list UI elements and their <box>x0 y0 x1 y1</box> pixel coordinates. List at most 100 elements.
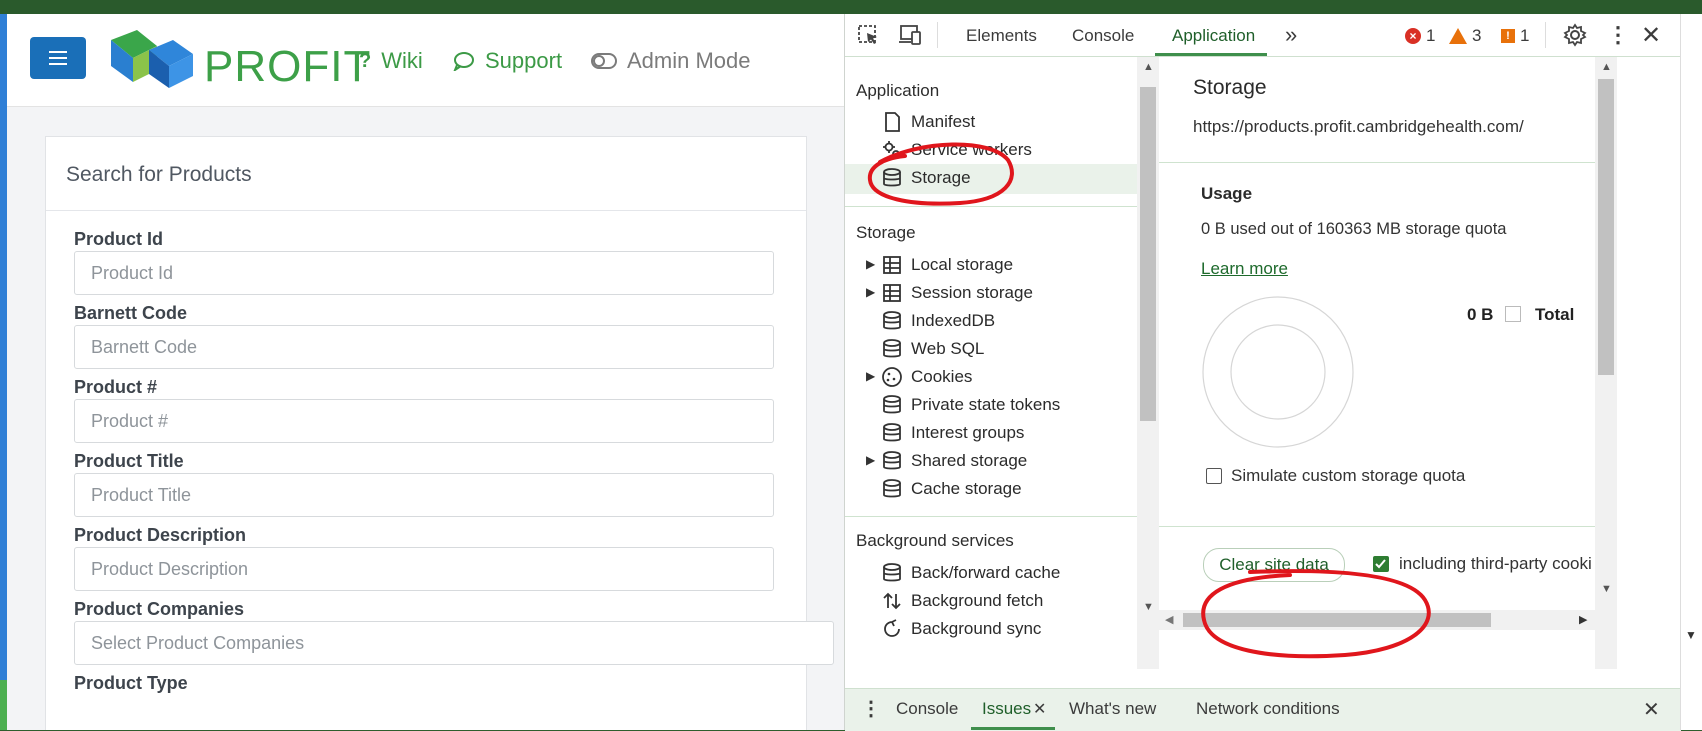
warning-count: 3 <box>1472 26 1482 45</box>
simulate-quota-label: Simulate custom storage quota <box>1231 466 1466 485</box>
sidebar-item-shared-storage[interactable]: ▶ Shared storage <box>845 447 1159 477</box>
drawer-menu-icon[interactable]: ⋮ <box>861 696 881 721</box>
pane-vertical-scrollbar[interactable]: ▲ ▼ <box>1595 57 1617 669</box>
sidebar-item-local-storage[interactable]: ▶ Local storage <box>845 251 1159 281</box>
learn-more-link[interactable]: Learn more <box>1201 259 1288 279</box>
expand-arrow-icon[interactable]: ▶ <box>866 257 875 271</box>
sidebar-item-manifest[interactable]: Manifest <box>845 108 1159 138</box>
brand-name: PROFIT <box>204 42 372 91</box>
legend-value: 0 B <box>1467 305 1494 324</box>
database-icon <box>883 168 901 187</box>
admin-mode-toggle[interactable]: Admin Mode <box>591 48 751 74</box>
sidebar-item-session-storage[interactable]: ▶ Session storage <box>845 279 1159 309</box>
hamburger-menu-button[interactable] <box>30 37 86 79</box>
admin-mode-label: Admin Mode <box>627 48 751 73</box>
close-issues-tab-icon[interactable]: ✕ <box>1033 699 1046 719</box>
issues-count-badge[interactable]: ! 1 <box>1501 26 1529 46</box>
usage-text: 0 B used out of 160363 MB storage quota <box>1201 220 1507 238</box>
scroll-right-icon[interactable]: ▶ <box>1579 613 1587 626</box>
simulate-quota-checkbox[interactable] <box>1206 468 1222 484</box>
product-id-label: Product Id <box>74 229 163 249</box>
tab-application[interactable]: Application <box>1172 26 1255 46</box>
drawer-tab-network-conditions[interactable]: Network conditions <box>1196 699 1340 719</box>
sidebar-item-label: Interest groups <box>911 423 1025 442</box>
legend-label: Total <box>1535 305 1575 324</box>
sidebar-item-label: IndexedDB <box>911 311 996 330</box>
sidebar-item-service-workers[interactable]: Service workers <box>845 136 1159 166</box>
expand-arrow-icon[interactable]: ▶ <box>866 453 875 467</box>
sidebar-item-cache-storage[interactable]: Cache storage <box>845 475 1159 505</box>
database-icon <box>883 563 901 582</box>
database-icon <box>883 395 901 414</box>
pane-scroll-thumb[interactable] <box>1598 79 1614 375</box>
devtools-toolbar: Elements Console Application » × 1 3 ! 1… <box>845 14 1681 57</box>
sidebar-item-cookies[interactable]: ▶ Cookies <box>845 363 1159 393</box>
scroll-up-icon[interactable]: ▲ <box>1601 61 1612 73</box>
scroll-down-icon[interactable]: ▼ <box>1143 601 1154 613</box>
sidebar-item-storage[interactable]: Storage <box>845 164 1159 194</box>
scroll-down-icon[interactable]: ▼ <box>1601 583 1612 595</box>
usage-heading: Usage <box>1201 184 1253 203</box>
drawer-tab-console[interactable]: Console <box>896 699 958 719</box>
issue-icon: ! <box>1501 29 1515 43</box>
scroll-up-icon[interactable]: ▲ <box>1143 61 1154 73</box>
sidebar-scroll-thumb[interactable] <box>1140 87 1156 421</box>
sidebar-item-label: Storage <box>911 168 971 187</box>
product-description-input[interactable] <box>74 547 774 591</box>
tab-console[interactable]: Console <box>1072 26 1134 46</box>
inspect-element-icon[interactable] <box>857 24 881 46</box>
divider <box>845 516 1159 517</box>
sidebar-item-label: Web SQL <box>911 339 985 358</box>
more-tabs-icon[interactable]: » <box>1285 22 1297 48</box>
close-drawer-icon[interactable]: ✕ <box>1643 697 1660 722</box>
hamburger-icon <box>49 57 67 59</box>
sidebar-item-label: Session storage <box>911 283 1033 302</box>
background-services-heading: Background services <box>856 531 1014 550</box>
expand-arrow-icon[interactable]: ▶ <box>866 369 875 383</box>
sidebar-item-label: Cache storage <box>911 479 1022 498</box>
sidebar-item-label: Shared storage <box>911 451 1028 470</box>
product-number-input[interactable] <box>74 399 774 443</box>
browser-top-bar <box>0 0 1702 14</box>
clear-site-data-button[interactable]: Clear site data <box>1203 548 1345 582</box>
third-party-cookies-label: including third-party cooki <box>1399 554 1592 573</box>
sidebar-item-back-forward-cache[interactable]: Back/forward cache <box>845 559 1159 589</box>
product-title-input[interactable] <box>74 473 774 517</box>
warning-count-badge[interactable]: 3 <box>1449 26 1481 46</box>
drawer-tab-whats-new[interactable]: What's new <box>1069 699 1156 719</box>
usage-donut-chart <box>1202 296 1354 448</box>
scroll-left-icon[interactable]: ◀ <box>1165 613 1173 626</box>
device-toolbar-icon[interactable] <box>897 24 923 46</box>
error-count-badge[interactable]: × 1 <box>1405 26 1435 46</box>
sidebar-item-private-state-tokens[interactable]: Private state tokens <box>845 391 1159 421</box>
third-party-cookies-checkbox[interactable] <box>1373 556 1389 572</box>
pane-title: Storage <box>1193 76 1267 99</box>
scroll-down-icon[interactable]: ▼ <box>1685 628 1697 642</box>
more-options-icon[interactable]: ⋮ <box>1607 22 1629 48</box>
sidebar-item-label: Cookies <box>911 367 973 386</box>
product-id-input[interactable] <box>74 251 774 295</box>
sidebar-item-interest-groups[interactable]: Interest groups <box>845 419 1159 449</box>
expand-arrow-icon[interactable]: ▶ <box>866 285 875 299</box>
settings-gear-icon[interactable] <box>1563 23 1587 47</box>
sidebar-item-background-fetch[interactable]: Background fetch <box>845 587 1159 617</box>
wiki-label: Wiki <box>381 48 423 73</box>
barnett-code-input[interactable] <box>74 325 774 369</box>
product-companies-select[interactable] <box>74 621 834 665</box>
legend-swatch <box>1505 306 1521 322</box>
sidebar-item-web-sql[interactable]: Web SQL <box>845 335 1159 365</box>
support-link[interactable]: Support <box>453 48 562 74</box>
wiki-link[interactable]: ? Wiki <box>359 48 423 74</box>
storage-section-heading: Storage <box>856 223 916 242</box>
sidebar-item-background-sync[interactable]: Background sync <box>845 615 1159 645</box>
drawer-tab-issues[interactable]: Issues <box>982 699 1031 719</box>
sidebar-scrollbar[interactable]: ▲ ▼ <box>1137 57 1159 669</box>
table-grid-icon <box>883 256 901 274</box>
close-devtools-icon[interactable]: ✕ <box>1641 21 1661 50</box>
tab-elements[interactable]: Elements <box>966 26 1037 46</box>
pane-horizontal-scrollbar[interactable]: ◀ ▶ <box>1159 610 1595 630</box>
sidebar-item-label: Background sync <box>911 619 1042 638</box>
horizontal-scroll-thumb[interactable] <box>1183 613 1491 627</box>
sidebar-item-indexeddb[interactable]: IndexedDB <box>845 307 1159 337</box>
origin-url: https://products.profit.cambridgehealth.… <box>1193 117 1524 136</box>
